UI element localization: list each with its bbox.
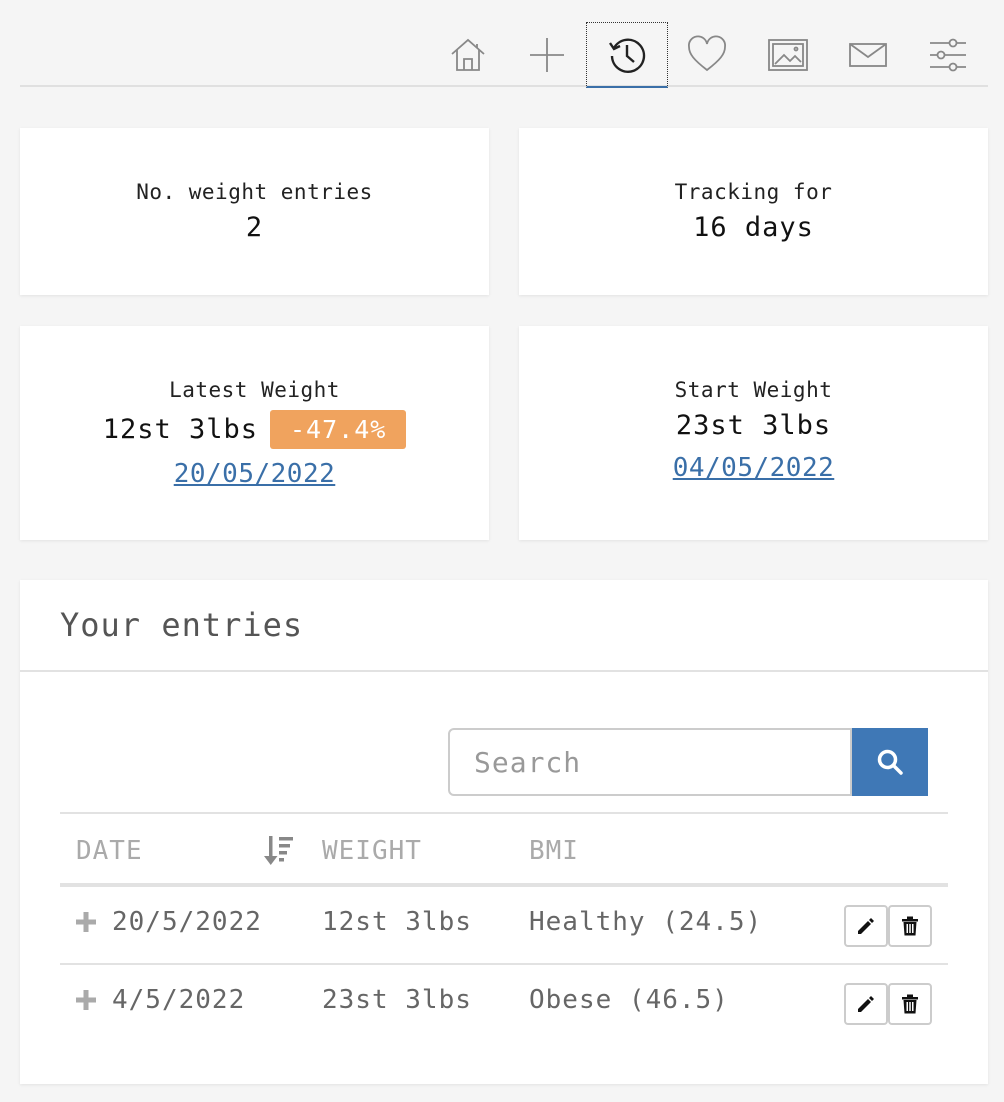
row-date: 20/5/2022	[112, 907, 262, 937]
mail-icon	[849, 43, 887, 67]
edit-entry-button[interactable]	[844, 905, 888, 947]
nav-home-button[interactable]	[427, 22, 509, 88]
entries-table: DATE WEIGHT BMI 20/5/2022 12st 3lbs Heal…	[60, 812, 948, 1043]
latest-weight-value: 12st 3lbs	[102, 414, 258, 445]
image-icon	[768, 39, 808, 71]
weight-change-badge: -47.4%	[270, 410, 407, 449]
row-bmi: Obese (46.5)	[529, 985, 729, 1015]
entries-count-card: No. weight entries 2	[20, 128, 489, 295]
nav-messages-button[interactable]	[827, 22, 909, 88]
history-icon	[609, 38, 646, 73]
plus-icon	[530, 38, 564, 72]
delete-entry-button[interactable]	[888, 983, 932, 1025]
search-bar	[448, 728, 928, 796]
entries-panel: Your entries DATE WEIGHT BMI	[20, 580, 988, 1084]
row-date: 4/5/2022	[112, 985, 246, 1015]
edit-entry-button[interactable]	[844, 983, 888, 1025]
heart-icon	[688, 35, 726, 72]
search-input[interactable]	[448, 728, 852, 796]
nav-history-button[interactable]	[586, 22, 668, 88]
tracking-duration-card: Tracking for 16 days	[519, 128, 988, 295]
entries-count-value: 2	[245, 212, 264, 243]
expand-row-icon[interactable]	[76, 987, 96, 1017]
start-weight-value: 23st 3lbs	[675, 410, 832, 441]
expand-row-icon[interactable]	[76, 909, 96, 939]
search-icon	[877, 749, 903, 775]
top-nav	[20, 0, 989, 88]
tracking-value: 16 days	[693, 212, 814, 243]
pencil-icon	[858, 918, 874, 934]
table-row: 20/5/2022 12st 3lbs Healthy (24.5)	[60, 887, 948, 965]
nav-settings-button[interactable]	[907, 22, 989, 88]
entries-title: Your entries	[20, 580, 988, 672]
start-weight-label: Start Weight	[674, 378, 833, 402]
pencil-icon	[858, 996, 874, 1012]
latest-weight-label: Latest Weight	[169, 378, 340, 402]
nav-add-button[interactable]	[506, 22, 588, 88]
trash-icon	[902, 916, 918, 936]
trash-icon	[902, 994, 918, 1014]
start-weight-date-link[interactable]: 04/05/2022	[673, 453, 835, 483]
row-weight: 23st 3lbs	[322, 985, 472, 1015]
column-header-bmi[interactable]: BMI	[529, 836, 579, 866]
column-header-date[interactable]: DATE	[76, 836, 143, 866]
home-icon	[451, 38, 485, 71]
entries-count-label: No. weight entries	[136, 180, 373, 204]
table-row: 4/5/2022 23st 3lbs Obese (46.5)	[60, 965, 948, 1043]
sort-descending-icon[interactable]	[264, 834, 294, 873]
search-button[interactable]	[852, 728, 928, 796]
table-header: DATE WEIGHT BMI	[60, 812, 948, 887]
row-bmi: Healthy (24.5)	[529, 907, 763, 937]
row-weight: 12st 3lbs	[322, 907, 472, 937]
start-weight-card: Start Weight 23st 3lbs 04/05/2022	[519, 326, 988, 540]
column-header-weight[interactable]: WEIGHT	[322, 836, 422, 866]
latest-weight-date-link[interactable]: 20/05/2022	[174, 459, 336, 489]
delete-entry-button[interactable]	[888, 905, 932, 947]
settings-sliders-icon	[930, 38, 966, 72]
nav-gallery-button[interactable]	[747, 22, 829, 88]
tracking-label: Tracking for	[674, 180, 833, 204]
latest-weight-card: Latest Weight 12st 3lbs -47.4% 20/05/202…	[20, 326, 489, 540]
nav-favorites-button[interactable]	[666, 22, 748, 88]
